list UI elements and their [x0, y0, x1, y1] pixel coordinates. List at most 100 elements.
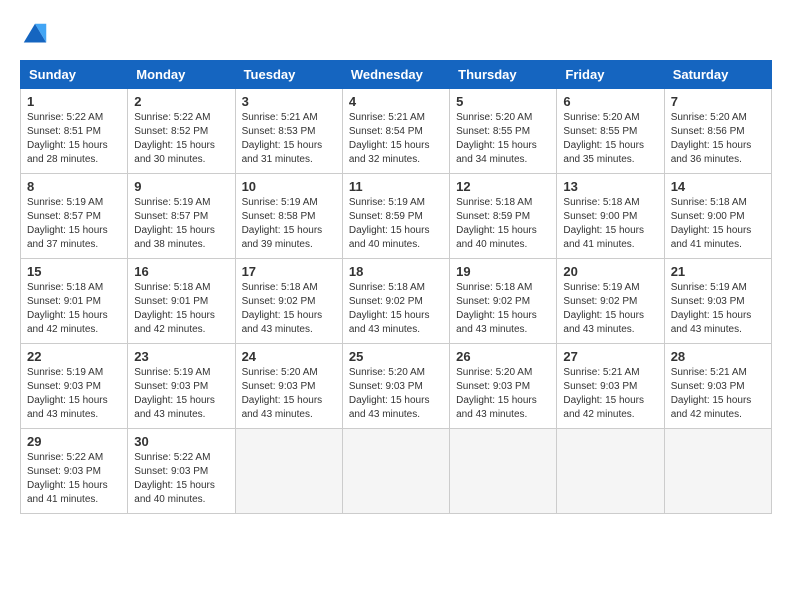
calendar-cell: 17 Sunrise: 5:18 AMSunset: 9:02 PMDaylig… [235, 259, 342, 344]
calendar-cell: 25 Sunrise: 5:20 AMSunset: 9:03 PMDaylig… [342, 344, 449, 429]
day-number: 13 [563, 179, 657, 194]
day-number: 4 [349, 94, 443, 109]
logo [20, 20, 54, 50]
day-number: 12 [456, 179, 550, 194]
cell-info: Sunrise: 5:18 AMSunset: 9:02 PMDaylight:… [349, 281, 443, 337]
calendar-cell: 13 Sunrise: 5:18 AMSunset: 9:00 PMDaylig… [557, 174, 664, 259]
calendar-cell [450, 429, 557, 514]
cell-info: Sunrise: 5:19 AMSunset: 9:02 PMDaylight:… [563, 281, 657, 337]
header-saturday: Saturday [664, 61, 771, 89]
header-friday: Friday [557, 61, 664, 89]
cell-info: Sunrise: 5:20 AMSunset: 8:55 PMDaylight:… [456, 111, 550, 167]
calendar-cell: 6 Sunrise: 5:20 AMSunset: 8:55 PMDayligh… [557, 89, 664, 174]
cell-info: Sunrise: 5:19 AMSunset: 8:57 PMDaylight:… [27, 196, 121, 252]
day-number: 20 [563, 264, 657, 279]
cell-info: Sunrise: 5:21 AMSunset: 8:54 PMDaylight:… [349, 111, 443, 167]
cell-info: Sunrise: 5:20 AMSunset: 9:03 PMDaylight:… [242, 366, 336, 422]
calendar-cell: 30 Sunrise: 5:22 AMSunset: 9:03 PMDaylig… [128, 429, 235, 514]
calendar-cell: 29 Sunrise: 5:22 AMSunset: 9:03 PMDaylig… [21, 429, 128, 514]
calendar-cell: 8 Sunrise: 5:19 AMSunset: 8:57 PMDayligh… [21, 174, 128, 259]
week-row-3: 22 Sunrise: 5:19 AMSunset: 9:03 PMDaylig… [21, 344, 772, 429]
cell-info: Sunrise: 5:20 AMSunset: 8:56 PMDaylight:… [671, 111, 765, 167]
calendar-cell: 12 Sunrise: 5:18 AMSunset: 8:59 PMDaylig… [450, 174, 557, 259]
cell-info: Sunrise: 5:18 AMSunset: 9:02 PMDaylight:… [242, 281, 336, 337]
day-number: 19 [456, 264, 550, 279]
cell-info: Sunrise: 5:19 AMSunset: 8:59 PMDaylight:… [349, 196, 443, 252]
day-number: 27 [563, 349, 657, 364]
calendar-cell: 28 Sunrise: 5:21 AMSunset: 9:03 PMDaylig… [664, 344, 771, 429]
header-monday: Monday [128, 61, 235, 89]
calendar-cell: 22 Sunrise: 5:19 AMSunset: 9:03 PMDaylig… [21, 344, 128, 429]
calendar-header-row: SundayMondayTuesdayWednesdayThursdayFrid… [21, 61, 772, 89]
day-number: 21 [671, 264, 765, 279]
cell-info: Sunrise: 5:19 AMSunset: 9:03 PMDaylight:… [134, 366, 228, 422]
cell-info: Sunrise: 5:19 AMSunset: 9:03 PMDaylight:… [671, 281, 765, 337]
header-sunday: Sunday [21, 61, 128, 89]
cell-info: Sunrise: 5:21 AMSunset: 9:03 PMDaylight:… [563, 366, 657, 422]
calendar-cell: 26 Sunrise: 5:20 AMSunset: 9:03 PMDaylig… [450, 344, 557, 429]
day-number: 15 [27, 264, 121, 279]
calendar-cell: 4 Sunrise: 5:21 AMSunset: 8:54 PMDayligh… [342, 89, 449, 174]
week-row-1: 8 Sunrise: 5:19 AMSunset: 8:57 PMDayligh… [21, 174, 772, 259]
day-number: 9 [134, 179, 228, 194]
day-number: 22 [27, 349, 121, 364]
calendar-cell: 3 Sunrise: 5:21 AMSunset: 8:53 PMDayligh… [235, 89, 342, 174]
calendar-cell: 16 Sunrise: 5:18 AMSunset: 9:01 PMDaylig… [128, 259, 235, 344]
cell-info: Sunrise: 5:18 AMSunset: 9:01 PMDaylight:… [27, 281, 121, 337]
day-number: 10 [242, 179, 336, 194]
day-number: 23 [134, 349, 228, 364]
page-header [20, 20, 772, 50]
calendar-cell: 9 Sunrise: 5:19 AMSunset: 8:57 PMDayligh… [128, 174, 235, 259]
cell-info: Sunrise: 5:18 AMSunset: 9:00 PMDaylight:… [563, 196, 657, 252]
cell-info: Sunrise: 5:20 AMSunset: 9:03 PMDaylight:… [456, 366, 550, 422]
calendar-cell: 24 Sunrise: 5:20 AMSunset: 9:03 PMDaylig… [235, 344, 342, 429]
calendar-cell: 5 Sunrise: 5:20 AMSunset: 8:55 PMDayligh… [450, 89, 557, 174]
day-number: 18 [349, 264, 443, 279]
calendar-cell: 11 Sunrise: 5:19 AMSunset: 8:59 PMDaylig… [342, 174, 449, 259]
day-number: 2 [134, 94, 228, 109]
calendar-cell: 14 Sunrise: 5:18 AMSunset: 9:00 PMDaylig… [664, 174, 771, 259]
day-number: 8 [27, 179, 121, 194]
cell-info: Sunrise: 5:18 AMSunset: 9:02 PMDaylight:… [456, 281, 550, 337]
cell-info: Sunrise: 5:19 AMSunset: 9:03 PMDaylight:… [27, 366, 121, 422]
calendar-cell: 1 Sunrise: 5:22 AMSunset: 8:51 PMDayligh… [21, 89, 128, 174]
day-number: 24 [242, 349, 336, 364]
calendar-cell: 19 Sunrise: 5:18 AMSunset: 9:02 PMDaylig… [450, 259, 557, 344]
day-number: 17 [242, 264, 336, 279]
calendar-cell: 20 Sunrise: 5:19 AMSunset: 9:02 PMDaylig… [557, 259, 664, 344]
day-number: 14 [671, 179, 765, 194]
cell-info: Sunrise: 5:22 AMSunset: 8:51 PMDaylight:… [27, 111, 121, 167]
calendar-cell [235, 429, 342, 514]
calendar: SundayMondayTuesdayWednesdayThursdayFrid… [20, 60, 772, 514]
cell-info: Sunrise: 5:22 AMSunset: 8:52 PMDaylight:… [134, 111, 228, 167]
day-number: 16 [134, 264, 228, 279]
week-row-4: 29 Sunrise: 5:22 AMSunset: 9:03 PMDaylig… [21, 429, 772, 514]
day-number: 3 [242, 94, 336, 109]
calendar-cell: 18 Sunrise: 5:18 AMSunset: 9:02 PMDaylig… [342, 259, 449, 344]
day-number: 28 [671, 349, 765, 364]
day-number: 6 [563, 94, 657, 109]
day-number: 5 [456, 94, 550, 109]
week-row-2: 15 Sunrise: 5:18 AMSunset: 9:01 PMDaylig… [21, 259, 772, 344]
cell-info: Sunrise: 5:20 AMSunset: 9:03 PMDaylight:… [349, 366, 443, 422]
logo-icon [20, 20, 50, 50]
cell-info: Sunrise: 5:19 AMSunset: 8:58 PMDaylight:… [242, 196, 336, 252]
cell-info: Sunrise: 5:21 AMSunset: 8:53 PMDaylight:… [242, 111, 336, 167]
cell-info: Sunrise: 5:22 AMSunset: 9:03 PMDaylight:… [27, 451, 121, 507]
calendar-cell: 2 Sunrise: 5:22 AMSunset: 8:52 PMDayligh… [128, 89, 235, 174]
day-number: 29 [27, 434, 121, 449]
week-row-0: 1 Sunrise: 5:22 AMSunset: 8:51 PMDayligh… [21, 89, 772, 174]
cell-info: Sunrise: 5:19 AMSunset: 8:57 PMDaylight:… [134, 196, 228, 252]
calendar-cell [342, 429, 449, 514]
day-number: 1 [27, 94, 121, 109]
header-thursday: Thursday [450, 61, 557, 89]
calendar-cell: 27 Sunrise: 5:21 AMSunset: 9:03 PMDaylig… [557, 344, 664, 429]
cell-info: Sunrise: 5:18 AMSunset: 9:01 PMDaylight:… [134, 281, 228, 337]
day-number: 26 [456, 349, 550, 364]
header-wednesday: Wednesday [342, 61, 449, 89]
day-number: 25 [349, 349, 443, 364]
header-tuesday: Tuesday [235, 61, 342, 89]
cell-info: Sunrise: 5:18 AMSunset: 9:00 PMDaylight:… [671, 196, 765, 252]
calendar-cell: 23 Sunrise: 5:19 AMSunset: 9:03 PMDaylig… [128, 344, 235, 429]
cell-info: Sunrise: 5:18 AMSunset: 8:59 PMDaylight:… [456, 196, 550, 252]
